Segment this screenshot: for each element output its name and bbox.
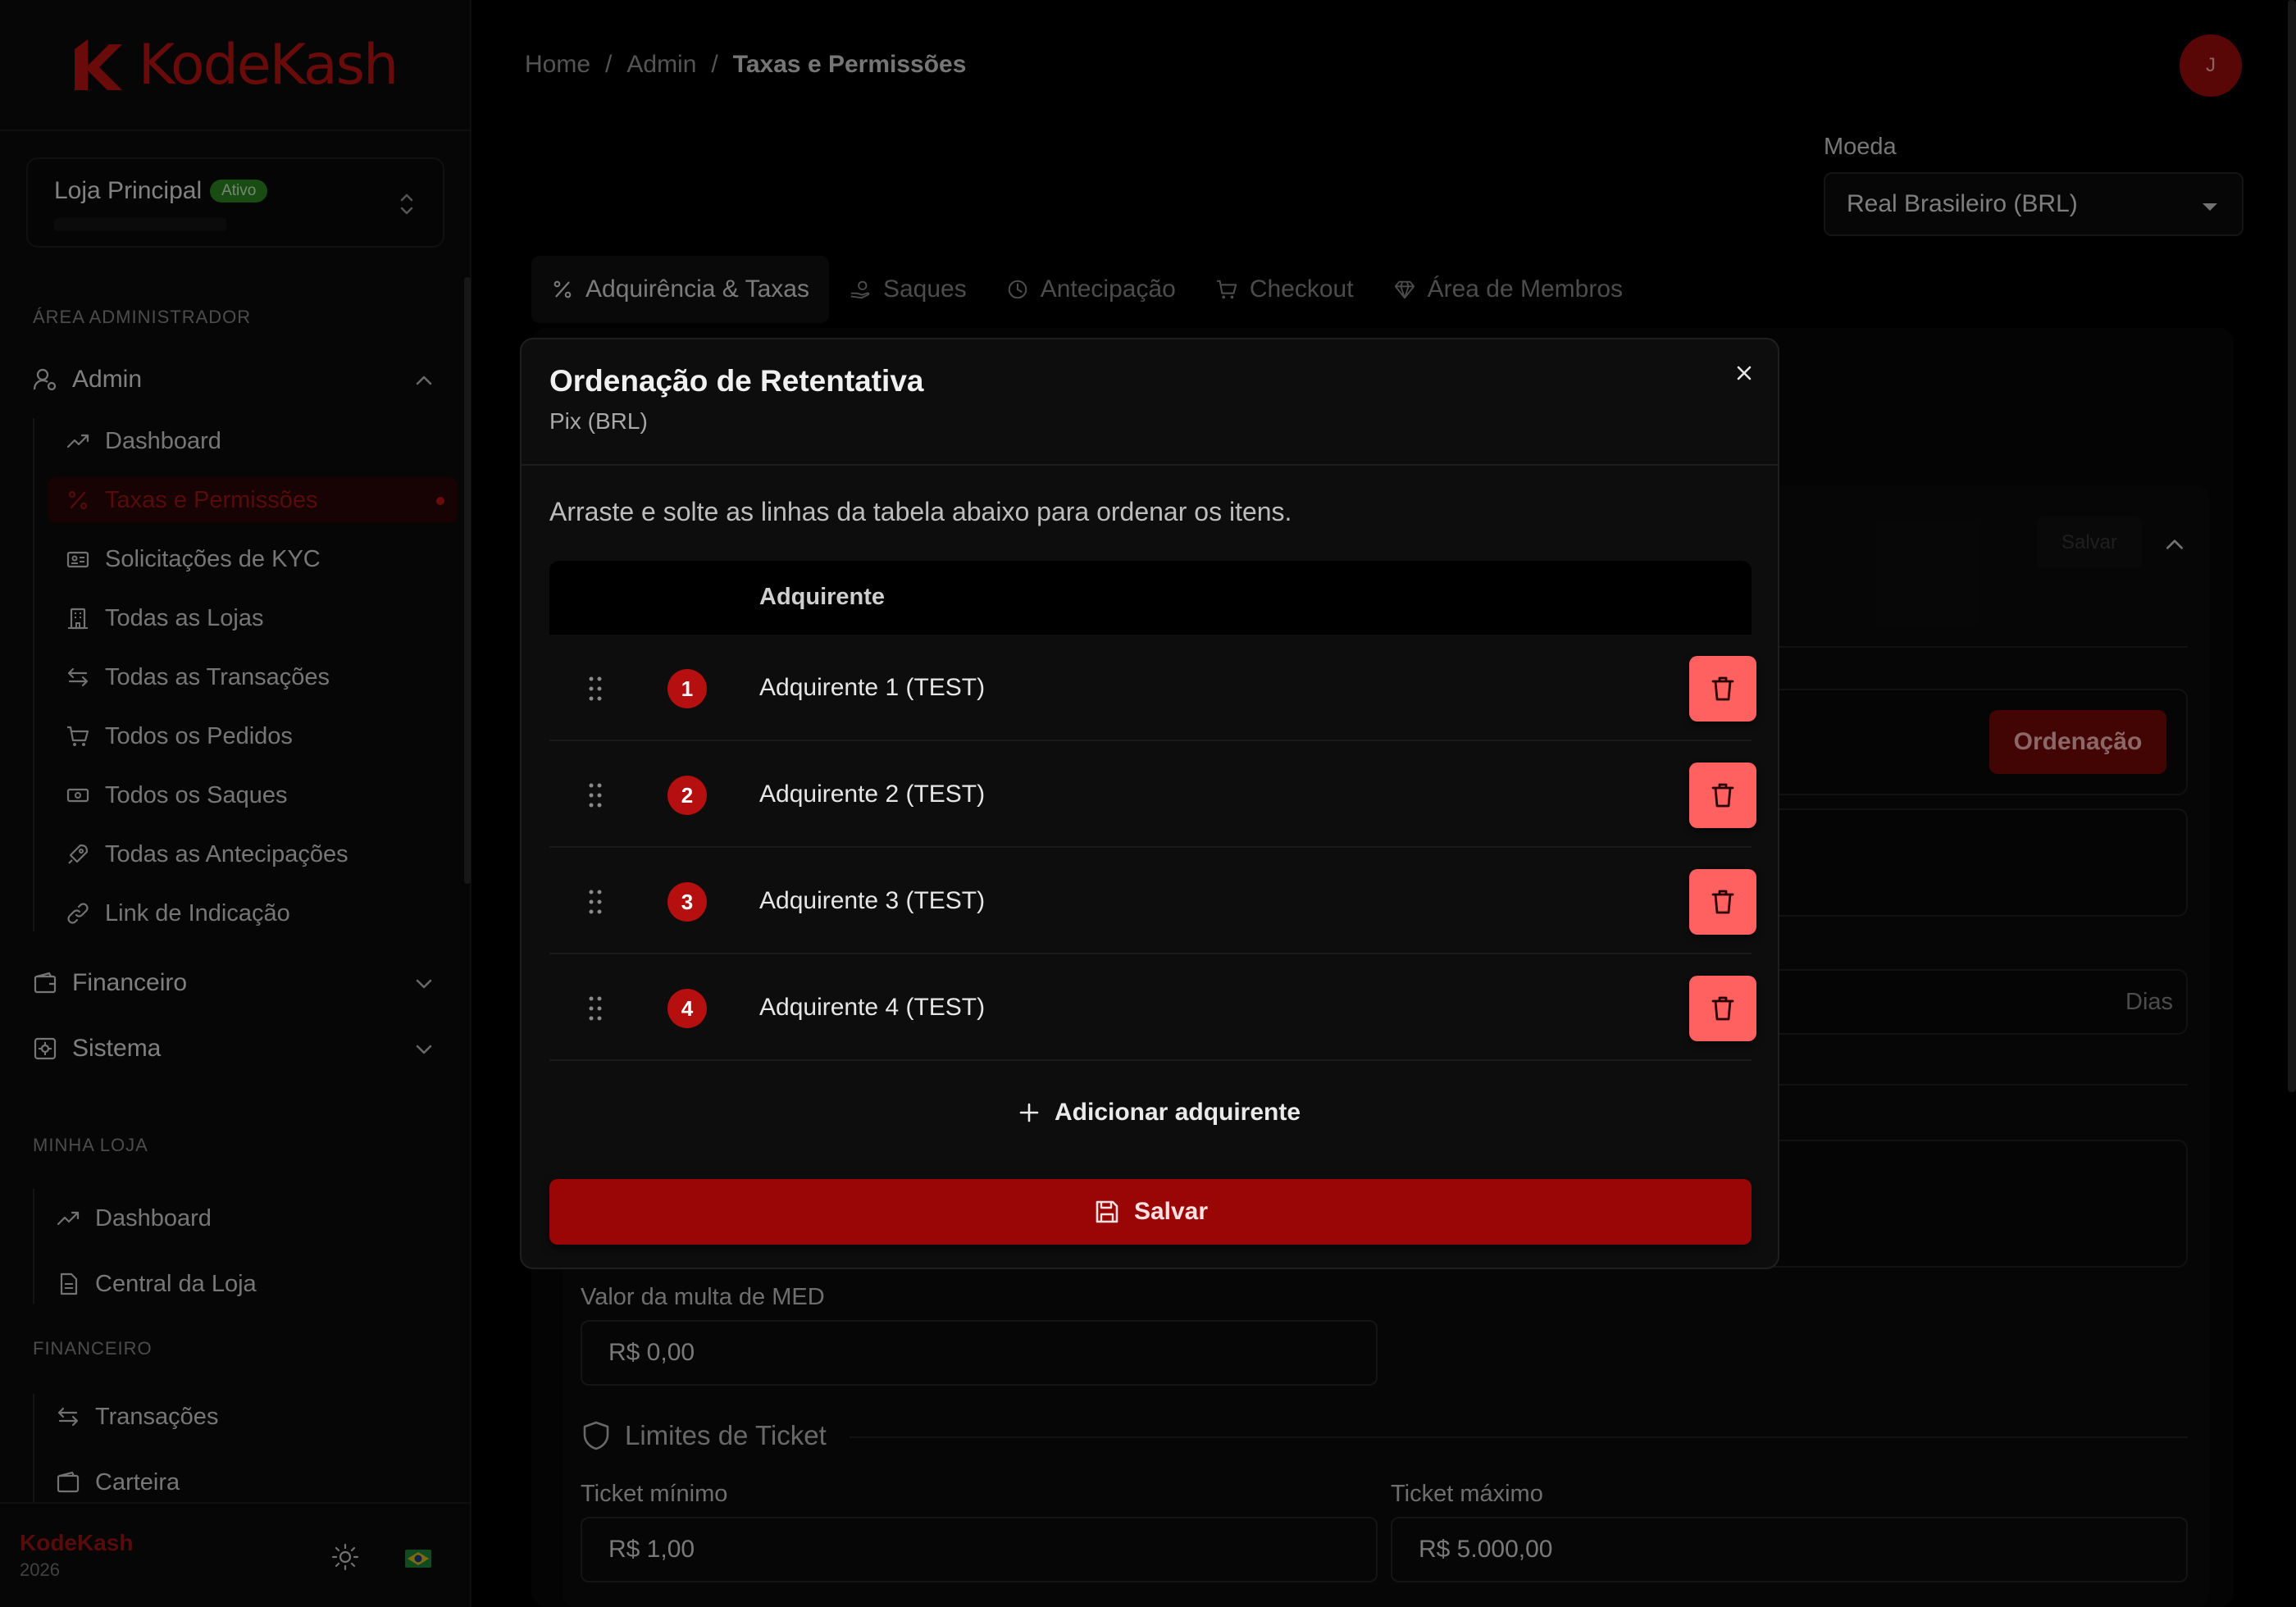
drag-handle-icon[interactable] (585, 674, 605, 703)
modal-description: Arraste e solte as linhas da tabela abai… (549, 497, 1292, 526)
order-badge: 4 (667, 989, 707, 1028)
add-acquirer-label: Adicionar adquirente (1055, 1099, 1301, 1126)
drag-handle-icon[interactable] (585, 994, 605, 1023)
add-acquirer-button[interactable]: Adicionar adquirente (1018, 1099, 1301, 1127)
table-header: Adquirente (549, 561, 1752, 635)
drag-handle-icon[interactable] (585, 781, 605, 810)
modal-save-label: Salvar (1133, 1198, 1209, 1225)
modal-title: Ordenação de Retentativa (549, 364, 924, 398)
table-row[interactable]: 1 Adquirente 1 (TEST) (549, 635, 1756, 741)
column-header-adquirente: Adquirente (759, 584, 886, 610)
trash-icon (1711, 783, 1734, 808)
table-row[interactable]: 2 Adquirente 2 (TEST) (549, 741, 1756, 848)
drag-handle-icon[interactable] (585, 887, 605, 917)
close-icon[interactable] (1732, 361, 1756, 385)
plus-icon (1019, 1103, 1039, 1122)
modal-divider (522, 464, 1778, 466)
modal-subtitle: Pix (BRL) (549, 408, 648, 434)
delete-button[interactable] (1689, 976, 1756, 1041)
modal-save-button[interactable]: Salvar (549, 1179, 1752, 1245)
acquirer-name: Adquirente 2 (TEST) (759, 781, 986, 808)
save-icon (1096, 1200, 1118, 1223)
acquirer-name: Adquirente 4 (TEST) (759, 994, 986, 1021)
delete-button[interactable] (1689, 869, 1756, 935)
trash-icon (1711, 996, 1734, 1021)
delete-button[interactable] (1689, 656, 1756, 722)
trash-icon (1711, 890, 1734, 914)
order-badge: 1 (667, 669, 707, 708)
retry-order-modal: Ordenação de Retentativa Pix (BRL) Arras… (520, 338, 1779, 1269)
table-row[interactable]: 3 Adquirente 3 (TEST) (549, 848, 1756, 954)
trash-icon (1711, 676, 1734, 701)
table-row[interactable]: 4 Adquirente 4 (TEST) (549, 954, 1756, 1061)
acquirer-name: Adquirente 3 (TEST) (759, 887, 986, 914)
delete-button[interactable] (1689, 763, 1756, 828)
order-badge: 3 (667, 882, 707, 922)
order-badge: 2 (667, 776, 707, 815)
acquirer-name: Adquirente 1 (TEST) (759, 674, 986, 701)
